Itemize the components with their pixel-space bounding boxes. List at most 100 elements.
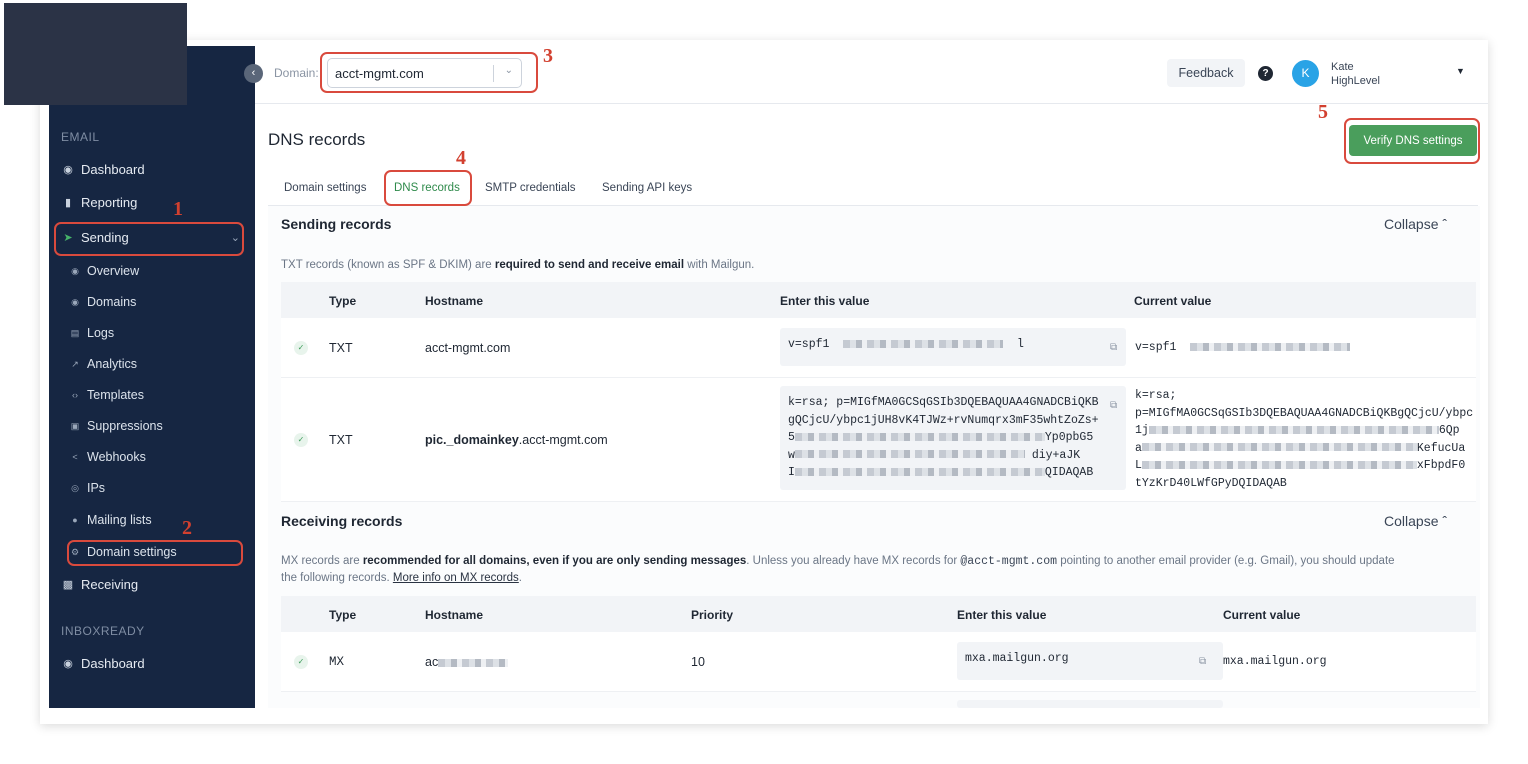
record-current-value: mxa.mailgun.org bbox=[1223, 655, 1327, 668]
column-header-hostname: Hostname bbox=[425, 608, 484, 622]
select-divider bbox=[493, 65, 494, 82]
inbox-icon: ▩ bbox=[62, 578, 74, 591]
desc-bold: required to send and receive email bbox=[494, 259, 685, 271]
desc-text: pointing to another email provider (e.g.… bbox=[1057, 555, 1395, 567]
domain-select[interactable]: acct-mgmt.com ⌄ bbox=[327, 58, 522, 88]
logo-area bbox=[4, 3, 187, 105]
copy-icon[interactable]: ⧉ bbox=[1199, 656, 1206, 667]
code-icon: ‹› bbox=[72, 390, 78, 400]
hostname-prefix: pic._domainkey bbox=[425, 433, 519, 447]
column-header-type: Type bbox=[329, 294, 357, 308]
record-value-box[interactable]: v=spf1 l bbox=[780, 328, 1126, 366]
receiving-table-header: Type Hostname Priority Enter this value … bbox=[281, 596, 1476, 632]
redacted-text bbox=[843, 339, 1004, 348]
collapse-sidebar-button[interactable]: ‹ bbox=[244, 64, 263, 83]
value-text: tYzKrD40LWfGPyDQIDAQAB bbox=[1135, 476, 1287, 490]
table-row: ✓ MX ac 10 mxa.mailgun.org ⧉ mxa.mailgun… bbox=[281, 632, 1476, 692]
tab-domain-settings[interactable]: Domain settings bbox=[284, 182, 366, 194]
domain-select-value: acct-mgmt.com bbox=[335, 65, 424, 81]
share-icon: < bbox=[72, 452, 78, 462]
sidebar-subitem-label: Suppressions bbox=[87, 419, 163, 433]
collapse-label: Collapse bbox=[1384, 216, 1439, 232]
eye-icon: ◉ bbox=[71, 265, 79, 276]
receiving-collapse-button[interactable]: Collapse ˆ bbox=[1384, 513, 1447, 529]
sidebar-item-label: Sending bbox=[81, 229, 129, 245]
column-header-enter-value: Enter this value bbox=[957, 608, 1047, 622]
user-menu[interactable]: Kate HighLevel bbox=[1331, 60, 1380, 88]
record-current-value: v=spf1 bbox=[1135, 339, 1351, 357]
paper-plane-icon: ➤ bbox=[63, 231, 73, 244]
record-current-value: k=rsa; p=MIGfMA0GCSqGSIb3DQEBAQUAA4GNADC… bbox=[1135, 387, 1475, 492]
sidebar-subitem-analytics[interactable]: ↗ Analytics bbox=[69, 352, 244, 376]
sidebar-subitem-domains[interactable]: ◉ Domains bbox=[69, 290, 244, 314]
receiving-records-title: Receiving records bbox=[281, 513, 403, 529]
value-text: l bbox=[1017, 338, 1024, 351]
mx-info-link[interactable]: More info on MX records bbox=[393, 572, 519, 584]
tab-sending-api-keys[interactable]: Sending API keys bbox=[602, 182, 692, 194]
value-text: a bbox=[1135, 441, 1142, 455]
value-text: diy+aJK bbox=[1031, 448, 1081, 462]
table-row: ✓ TXT pic._domainkey.acct-mgmt.com k=rsa… bbox=[281, 378, 1476, 502]
sidebar-subitem-label: Webhooks bbox=[87, 450, 146, 464]
value-text: 5 bbox=[788, 431, 795, 444]
avatar[interactable]: K bbox=[1292, 60, 1319, 87]
value-text: Yp0pbG5 bbox=[1044, 431, 1094, 444]
value-text: v=spf1 bbox=[788, 338, 830, 351]
annotation-number: 4 bbox=[456, 147, 466, 169]
sidebar-subitem-webhooks[interactable]: < Webhooks bbox=[69, 445, 244, 469]
verify-dns-button[interactable]: Verify DNS settings bbox=[1349, 125, 1477, 156]
sidebar-subitem-label: Analytics bbox=[87, 357, 138, 371]
sidebar-item-reporting[interactable]: ▮ Reporting bbox=[61, 189, 246, 215]
help-icon[interactable]: ? bbox=[1258, 66, 1273, 81]
value-text: k=rsa; bbox=[1135, 389, 1177, 402]
block-icon: ▣ bbox=[70, 420, 80, 431]
sidebar-item-label: Receiving bbox=[81, 576, 139, 592]
user-icon: ● bbox=[72, 515, 78, 525]
caret-down-icon[interactable]: ▼ bbox=[1456, 66, 1465, 76]
tab-smtp-credentials[interactable]: SMTP credentials bbox=[485, 182, 576, 194]
redacted-text bbox=[438, 658, 509, 667]
desc-bold: recommended for all domains, even if you… bbox=[362, 555, 747, 567]
check-icon: ✓ bbox=[294, 341, 308, 355]
value-text: KefucUa bbox=[1416, 441, 1466, 455]
record-value-box[interactable]: mxa.mailgun.org bbox=[957, 642, 1223, 680]
sidebar-item-sending[interactable]: ➤ Sending ⌄ bbox=[61, 224, 246, 250]
value-text: L bbox=[1135, 459, 1142, 472]
sidebar-subitem-templates[interactable]: ‹› Templates bbox=[69, 383, 244, 407]
sidebar-item-receiving[interactable]: ▩ Receiving bbox=[61, 571, 246, 597]
sending-description: TXT records (known as SPF & DKIM) are re… bbox=[281, 257, 754, 274]
feedback-button[interactable]: Feedback bbox=[1167, 59, 1245, 87]
sidebar-subitem-logs[interactable]: ▤ Logs bbox=[69, 321, 244, 345]
column-header-current-value: Current value bbox=[1223, 608, 1301, 622]
user-org: HighLevel bbox=[1331, 75, 1380, 87]
tab-dns-records[interactable]: DNS records bbox=[394, 182, 460, 194]
gear-icon: ⚙ bbox=[70, 546, 80, 557]
record-priority: 10 bbox=[691, 655, 705, 669]
table-row: ✓ TXT acct-mgmt.com v=spf1 l ⧉ v=spf1 bbox=[281, 318, 1476, 378]
column-header-current-value: Current value bbox=[1134, 294, 1212, 308]
sidebar-subitem-domain-settings[interactable]: ⚙ Domain settings bbox=[69, 540, 244, 564]
sidebar-subitem-mailing-lists[interactable]: ● Mailing lists bbox=[69, 508, 244, 532]
sidebar-subitem-suppressions[interactable]: ▣ Suppressions bbox=[69, 414, 244, 438]
sidebar-subitem-overview[interactable]: ◉ Overview bbox=[69, 259, 244, 283]
sidebar-section-inboxready: INBOXREADY bbox=[61, 624, 145, 638]
record-value-box[interactable]: k=rsa; p=MIGfMA0GCSqGSIb3DQEBAQUAA4GNADC… bbox=[780, 386, 1126, 490]
copy-icon[interactable]: ⧉ bbox=[1110, 342, 1117, 353]
sidebar-item-label: Dashboard bbox=[81, 655, 145, 671]
copy-icon[interactable]: ⧉ bbox=[1110, 400, 1117, 411]
sidebar-subitem-ips[interactable]: ◎ IPs bbox=[69, 476, 244, 500]
annotation-number: 3 bbox=[543, 45, 553, 67]
sidebar-item-inbox-dashboard[interactable]: ◉ Dashboard bbox=[61, 650, 246, 676]
record-type: TXT bbox=[329, 341, 353, 355]
sending-records-title: Sending records bbox=[281, 216, 392, 232]
value-text: 1j bbox=[1135, 424, 1149, 437]
collapse-label: Collapse bbox=[1384, 513, 1439, 529]
sidebar-item-dashboard[interactable]: ◉ Dashboard bbox=[61, 156, 246, 182]
sidebar: EMAIL ◉ Dashboard ▮ Reporting ➤ Sending … bbox=[49, 46, 255, 708]
sidebar-item-label: Reporting bbox=[81, 194, 138, 210]
sidebar-subitem-label: Domains bbox=[87, 295, 137, 309]
globe-icon: ◉ bbox=[63, 163, 73, 176]
sidebar-subitem-label: Templates bbox=[87, 388, 144, 402]
sending-collapse-button[interactable]: Collapse ˆ bbox=[1384, 216, 1447, 232]
redacted-text bbox=[794, 467, 1045, 476]
